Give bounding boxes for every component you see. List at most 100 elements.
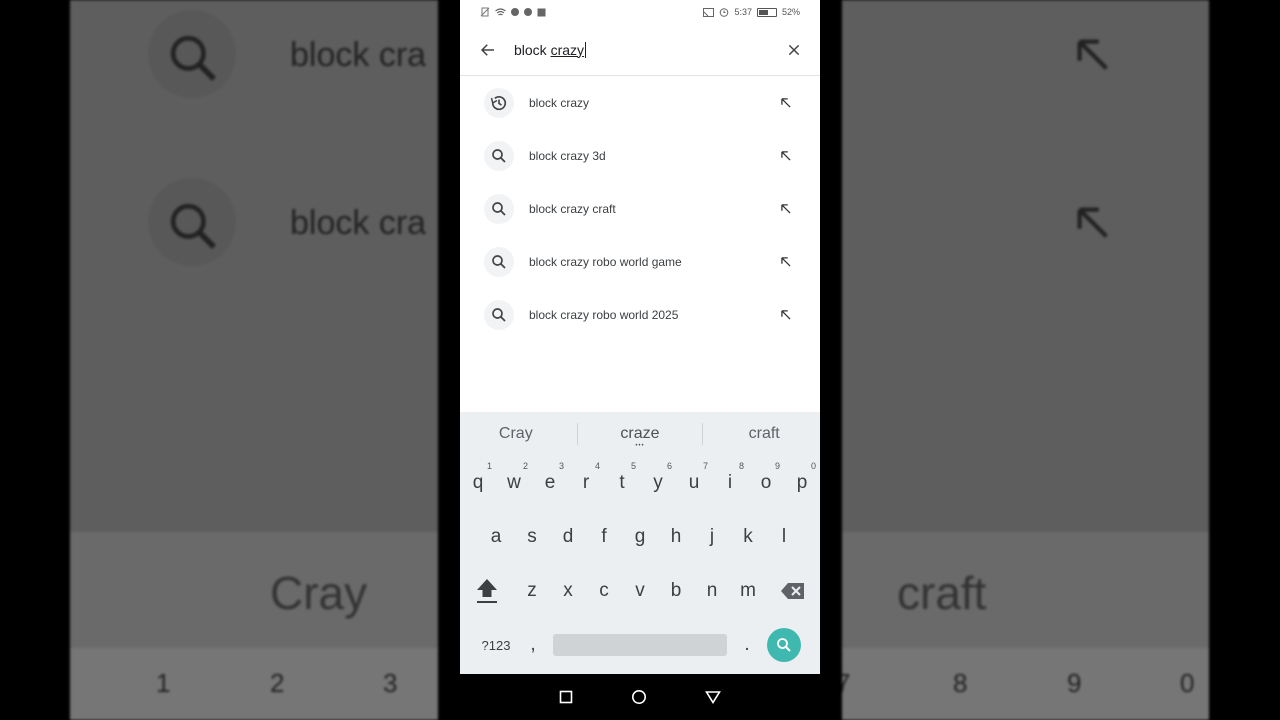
key-t[interactable]: t5: [604, 461, 640, 505]
text-cursor: [585, 41, 587, 58]
no-sim-icon: [480, 7, 490, 17]
key-i[interactable]: i8: [712, 461, 748, 505]
blurred-background-left: block cra block cra Cray 1 2 3: [70, 0, 438, 720]
key-hint: 5: [630, 461, 636, 471]
divider: [701, 423, 703, 445]
bg-query-text-1: block cra: [290, 36, 427, 74]
word-suggestion[interactable]: Cray: [466, 425, 566, 443]
word-suggestion[interactable]: craft: [714, 425, 814, 443]
status-time: 5:37: [734, 7, 752, 17]
key-e[interactable]: e3: [532, 461, 568, 505]
key-c[interactable]: c: [586, 569, 622, 613]
suggestion-list: block crazy block crazy 3d block crazy c: [460, 76, 820, 341]
period-key[interactable]: .: [737, 623, 757, 667]
keyboard-row-1: q1 w2 e3 r4 t5 y6 u7 i8 o9 p0: [460, 456, 820, 510]
backspace-icon: [781, 583, 804, 599]
key-hint: 9: [774, 461, 780, 471]
search-bar: block crazy: [460, 24, 820, 76]
search-icon: [484, 246, 514, 277]
search-input[interactable]: block crazy: [514, 41, 782, 58]
shift-key[interactable]: [460, 569, 514, 613]
suggestion-item[interactable]: block crazy robo world 2025: [460, 288, 820, 341]
query-current-word: crazy: [550, 41, 585, 58]
back-triangle-icon[interactable]: [705, 690, 721, 704]
key-label: t: [619, 472, 625, 493]
word-suggestion[interactable]: craze: [590, 425, 690, 449]
key-d[interactable]: d: [550, 515, 586, 559]
key-k[interactable]: k: [730, 515, 766, 559]
alarm-icon: [720, 8, 729, 17]
keyboard-word-suggestions: Cray craze craft: [460, 412, 820, 456]
bg-search-icon: [170, 35, 216, 81]
key-hint: 7: [702, 461, 708, 471]
cast-icon: [703, 7, 715, 17]
notification-icon: [524, 8, 532, 16]
key-j[interactable]: j: [694, 515, 730, 559]
suggestion-item[interactable]: block crazy craft: [460, 182, 820, 235]
space-key[interactable]: [553, 634, 727, 656]
key-r[interactable]: r4: [568, 461, 604, 505]
key-label: o: [760, 472, 772, 493]
suggestion-item[interactable]: block crazy: [460, 76, 820, 129]
wifi-icon: [495, 7, 506, 15]
query-prefix: block: [514, 41, 551, 58]
fill-query-arrow-icon[interactable]: [776, 199, 796, 219]
home-icon[interactable]: [631, 689, 647, 705]
key-u[interactable]: u7: [676, 461, 712, 505]
clear-icon[interactable]: [782, 38, 806, 62]
shift-icon: [477, 579, 497, 603]
fill-query-arrow-icon[interactable]: [776, 252, 796, 272]
search-submit-key[interactable]: [757, 623, 811, 667]
key-hint: 8: [738, 461, 744, 471]
bg-num: 9: [1067, 668, 1082, 698]
key-v[interactable]: v: [622, 569, 658, 613]
key-label: i: [727, 472, 733, 493]
search-icon: [767, 628, 801, 662]
suggestion-label: block crazy 3d: [529, 148, 606, 163]
symbols-key[interactable]: ?123: [469, 623, 523, 667]
key-m[interactable]: m: [730, 569, 766, 613]
key-s[interactable]: s: [514, 515, 550, 559]
search-icon: [484, 299, 514, 330]
suggestion-label: block crazy robo world game: [529, 254, 682, 269]
comma-key[interactable]: ,: [523, 623, 543, 667]
suggestion-item[interactable]: block crazy 3d: [460, 129, 820, 182]
recents-icon[interactable]: [559, 690, 573, 704]
key-z[interactable]: z: [514, 569, 550, 613]
key-hint: 1: [486, 461, 492, 471]
fill-query-arrow-icon[interactable]: [776, 305, 796, 325]
status-bar-right: 5:37 52%: [703, 7, 800, 17]
keyboard-row-2: a s d f g h j k l: [460, 510, 820, 564]
key-n[interactable]: n: [694, 569, 730, 613]
bg-query-text-2: block cra: [290, 204, 427, 242]
phone-screen: 5:37 52% block crazy block crazy block c…: [460, 0, 820, 720]
key-x[interactable]: x: [550, 569, 586, 613]
key-label: e: [544, 472, 556, 493]
backspace-key[interactable]: [766, 569, 820, 613]
suggestion-label: block crazy: [529, 95, 590, 110]
key-hint: 0: [810, 461, 816, 471]
key-label: r: [582, 472, 590, 493]
fill-query-arrow-icon[interactable]: [776, 146, 796, 166]
video-frame: block cra block cra Cray 1 2 3 craft 7 8…: [0, 0, 1280, 720]
key-y[interactable]: y6: [640, 461, 676, 505]
bg-num: 8: [953, 668, 968, 698]
key-o[interactable]: o9: [748, 461, 784, 505]
key-h[interactable]: h: [658, 515, 694, 559]
fill-query-arrow-icon[interactable]: [776, 93, 796, 113]
key-l[interactable]: l: [766, 515, 802, 559]
key-b[interactable]: b: [658, 569, 694, 613]
key-w[interactable]: w2: [496, 461, 532, 505]
key-label: q: [472, 472, 484, 493]
key-p[interactable]: p0: [784, 461, 820, 505]
key-hint: 6: [666, 461, 672, 471]
key-hint: 2: [522, 461, 528, 471]
key-q[interactable]: q1: [460, 461, 496, 505]
back-arrow-icon[interactable]: [476, 38, 500, 62]
suggestion-item[interactable]: block crazy robo world game: [460, 235, 820, 288]
key-a[interactable]: a: [478, 515, 514, 559]
key-f[interactable]: f: [586, 515, 622, 559]
key-g[interactable]: g: [622, 515, 658, 559]
bg-arrow-icon: [1077, 207, 1108, 238]
notification-icon: [511, 8, 519, 16]
